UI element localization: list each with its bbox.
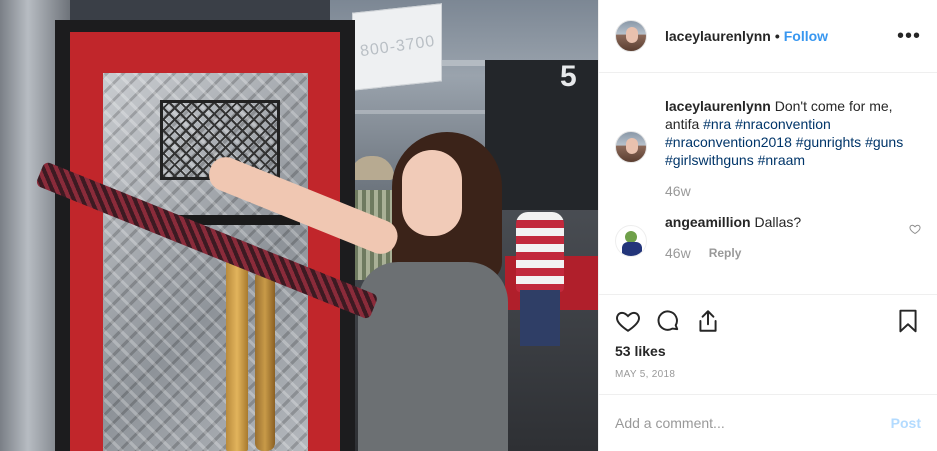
heart-icon[interactable] [615, 308, 641, 334]
caption-avatar[interactable] [615, 131, 647, 163]
commenter-username[interactable]: angeamillion [665, 214, 751, 230]
reply-button[interactable]: Reply [709, 246, 742, 260]
photo-booth-number: 5 [560, 60, 577, 93]
person [358, 262, 508, 451]
author-avatar[interactable] [615, 20, 647, 52]
caption: laceylaurenlynn Don't come for me, antif… [615, 97, 921, 199]
more-options-icon[interactable]: ••• [897, 26, 921, 46]
post-comment-button[interactable]: Post [891, 415, 921, 431]
post-actions: 53 likes MAY 5, 2018 [599, 294, 937, 380]
bookmark-icon[interactable] [895, 308, 921, 334]
share-icon[interactable] [695, 308, 721, 334]
post-sidebar: laceylaurenlynn • Follow ••• laceylauren… [598, 0, 937, 451]
instagram-post: 800-3700 5 laceylaurenlynn • Follow ••• [0, 0, 937, 451]
add-comment-bar: Post [599, 394, 937, 451]
post-header: laceylaurenlynn • Follow ••• [599, 0, 937, 73]
comments-section: laceylaurenlynn Don't come for me, antif… [599, 73, 937, 294]
hashtag[interactable]: #gunrights [796, 134, 861, 150]
author-username[interactable]: laceylaurenlynn [665, 28, 771, 44]
hashtag[interactable]: #nra [703, 116, 731, 132]
hashtag[interactable]: #girlswithguns [665, 152, 754, 168]
likes-count[interactable]: 53 likes [615, 343, 921, 359]
comment-text: Dallas? [754, 214, 802, 230]
commenter-avatar[interactable] [615, 225, 647, 257]
comment-input[interactable] [615, 415, 891, 431]
caption-timestamp[interactable]: 46w [665, 183, 691, 199]
caption-username[interactable]: laceylaurenlynn [665, 98, 771, 114]
post-date[interactable]: MAY 5, 2018 [615, 369, 921, 380]
post-photo[interactable]: 800-3700 5 [0, 0, 598, 451]
separator-dot: • [774, 28, 780, 44]
like-comment-icon[interactable] [909, 223, 921, 235]
hashtag[interactable]: #nraconvention2018 [665, 134, 792, 150]
follow-button[interactable]: Follow [784, 28, 828, 44]
comment: angeamillion Dallas? 46w Reply [615, 213, 921, 261]
hashtag[interactable]: #nraconvention [735, 116, 831, 132]
comment-icon[interactable] [655, 308, 681, 334]
hashtag[interactable]: #nraam [758, 152, 805, 168]
comment-timestamp[interactable]: 46w [665, 245, 691, 261]
hashtag[interactable]: #guns [865, 134, 903, 150]
